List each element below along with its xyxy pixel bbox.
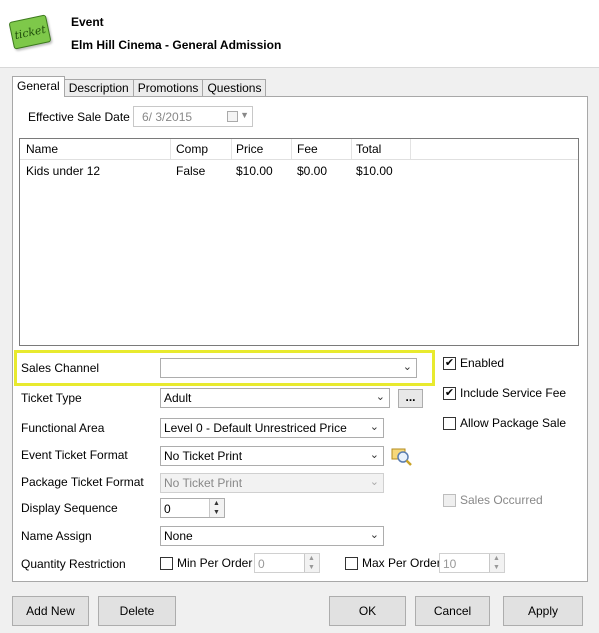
dialog-subtitle: Elm Hill Cinema - General Admission <box>71 38 282 52</box>
row-price-cell[interactable]: $10.00 <box>236 164 273 178</box>
chevron-down-icon: ⌄ <box>369 529 379 541</box>
min-per-order-spinner[interactable]: 0 ▲ ▼ <box>254 553 320 573</box>
name-assign-value: None <box>164 529 193 543</box>
ticket-icon-text: ticket <box>13 22 47 42</box>
max-per-order-spinner[interactable]: 10 ▲ ▼ <box>439 553 505 573</box>
ticket-type-browse-button[interactable]: ... <box>398 389 423 408</box>
add-new-button[interactable]: Add New <box>12 596 89 626</box>
min-per-order-checkbox[interactable] <box>160 557 173 570</box>
functional-area-value: Level 0 - Default Unrestriced Price <box>164 421 347 435</box>
quantity-restriction-label: Quantity Restriction <box>21 557 126 571</box>
display-sequence-label: Display Sequence <box>21 501 118 515</box>
column-header-total[interactable]: Total <box>356 142 381 156</box>
event-ticket-format-dropdown[interactable]: No Ticket Print ⌄ <box>160 446 384 466</box>
tab-questions[interactable]: Questions <box>203 79 267 97</box>
row-name-cell[interactable]: Kids under 12 <box>26 164 100 178</box>
allow-package-sale-label: Allow Package Sale <box>460 416 567 430</box>
include-service-fee-checkbox[interactable]: ✔ <box>443 387 456 400</box>
checkmark-icon: ✔ <box>444 357 455 369</box>
min-per-order-label: Min Per Order <box>177 556 253 570</box>
column-header-price[interactable]: Price <box>236 142 263 156</box>
ticket-type-dropdown[interactable]: Adult ⌄ <box>160 388 390 408</box>
sales-occurred-label: Sales Occurred <box>460 493 543 507</box>
spin-down-icon[interactable]: ▼ <box>308 564 315 571</box>
spin-down-icon[interactable]: ▼ <box>213 509 220 516</box>
package-ticket-format-value: No Ticket Print <box>164 476 243 490</box>
tab-description[interactable]: Description <box>64 79 134 97</box>
effective-sale-date-label: Effective Sale Date <box>28 110 130 124</box>
cancel-button[interactable]: Cancel <box>415 596 490 626</box>
spin-down-icon[interactable]: ▼ <box>493 564 500 571</box>
max-per-order-checkbox[interactable] <box>345 557 358 570</box>
sales-channel-label: Sales Channel <box>21 361 100 375</box>
ticket-preview-icon[interactable] <box>390 446 414 468</box>
spinner-buttons[interactable]: ▲ ▼ <box>489 554 504 572</box>
effective-sale-date-value: 6/ 3/2015 <box>142 110 193 124</box>
name-assign-label: Name Assign <box>21 529 92 543</box>
effective-sale-date-picker[interactable]: 6/ 3/2015 ▼ <box>133 106 253 127</box>
allow-package-sale-checkbox[interactable] <box>443 417 456 430</box>
chevron-down-icon: ⌄ <box>369 421 379 433</box>
row-fee-cell[interactable]: $0.00 <box>297 164 327 178</box>
row-comp-cell[interactable]: False <box>176 164 205 178</box>
chevron-down-icon: ⌄ <box>375 391 385 403</box>
functional-area-dropdown[interactable]: Level 0 - Default Unrestriced Price ⌄ <box>160 418 384 438</box>
tab-promotions[interactable]: Promotions <box>133 79 204 97</box>
chevron-down-icon: ▼ <box>240 110 249 120</box>
column-header-comp[interactable]: Comp <box>176 142 208 156</box>
chevron-down-icon: ⌄ <box>369 476 379 488</box>
functional-area-label: Functional Area <box>21 421 105 435</box>
checkmark-icon: ✔ <box>444 387 455 399</box>
spin-up-icon[interactable]: ▲ <box>213 500 220 507</box>
event-ticket-format-label: Event Ticket Format <box>21 448 128 462</box>
spinner-buttons[interactable]: ▲ ▼ <box>304 554 319 572</box>
event-ticket-format-value: No Ticket Print <box>164 449 243 463</box>
apply-button[interactable]: Apply <box>503 596 583 626</box>
row-total-cell[interactable]: $10.00 <box>356 164 393 178</box>
chevron-down-icon: ⌄ <box>369 449 379 461</box>
calendar-icon <box>227 111 238 122</box>
spinner-buttons[interactable]: ▲ ▼ <box>209 499 224 517</box>
tab-strip: General Description Promotions Questions <box>12 76 267 97</box>
max-per-order-value: 10 <box>443 557 457 571</box>
dialog-header <box>0 0 599 68</box>
tab-general[interactable]: General <box>12 76 65 97</box>
name-assign-dropdown[interactable]: None ⌄ <box>160 526 384 546</box>
enabled-checkbox[interactable]: ✔ <box>443 357 456 370</box>
ticket-type-value: Adult <box>164 391 192 405</box>
column-divider <box>351 139 352 159</box>
ok-button[interactable]: OK <box>329 596 406 626</box>
column-divider <box>231 139 232 159</box>
ticket-type-label: Ticket Type <box>21 391 82 405</box>
column-divider <box>291 139 292 159</box>
sales-channel-dropdown[interactable]: ⌄ <box>160 358 417 378</box>
package-ticket-format-label: Package Ticket Format <box>21 475 144 489</box>
spin-up-icon[interactable]: ▲ <box>493 555 500 562</box>
min-per-order-value: 0 <box>258 557 265 571</box>
column-divider <box>410 139 411 159</box>
sales-occurred-checkbox[interactable] <box>443 494 456 507</box>
display-sequence-value: 0 <box>164 502 171 516</box>
column-header-name[interactable]: Name <box>26 142 58 156</box>
column-header-fee[interactable]: Fee <box>297 142 318 156</box>
package-ticket-format-dropdown[interactable]: No Ticket Print ⌄ <box>160 473 384 493</box>
ticket-price-grid[interactable]: Name Comp Price Fee Total Kids under 12 … <box>19 138 579 346</box>
include-service-fee-label: Include Service Fee <box>460 386 567 400</box>
delete-button[interactable]: Delete <box>98 596 176 626</box>
dialog-title: Event <box>71 15 104 29</box>
enabled-label: Enabled <box>460 356 505 370</box>
chevron-down-icon: ⌄ <box>402 361 412 373</box>
max-per-order-label: Max Per Order <box>362 556 441 570</box>
spin-up-icon[interactable]: ▲ <box>308 555 315 562</box>
display-sequence-spinner[interactable]: 0 ▲ ▼ <box>160 498 225 518</box>
column-divider <box>170 139 171 159</box>
